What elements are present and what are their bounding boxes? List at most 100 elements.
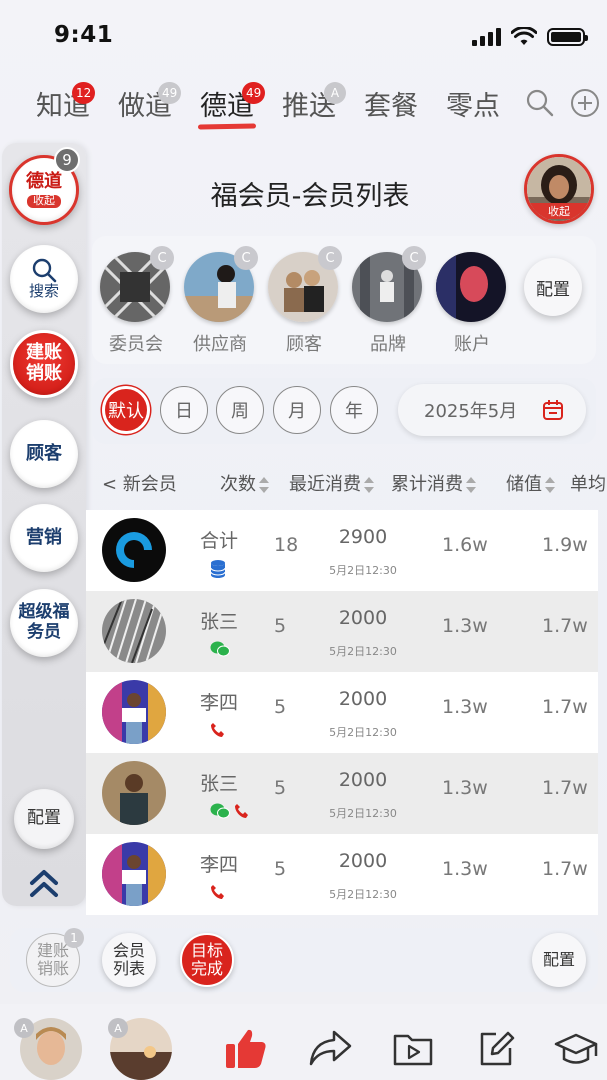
sidebar-marketing-label: 营销: [26, 526, 62, 548]
graduation-cap-icon[interactable]: [554, 1032, 598, 1068]
table-row[interactable]: 合计 18 2900 5月2日12:30 1.6w 1.9w: [86, 510, 598, 591]
table-row[interactable]: 张三 5 2000 5月2日12:30 1.3w 1.7w: [86, 591, 598, 672]
row-count: 5: [274, 777, 287, 799]
action-config-button[interactable]: 配置: [532, 933, 586, 987]
row-name: 张三: [200, 611, 239, 633]
goal-complete-button[interactable]: 目标完成: [180, 933, 234, 987]
status-time: 9:41: [54, 22, 114, 48]
filter-year-button[interactable]: 年: [330, 386, 378, 434]
row-recent-time: 5月2日12:30: [329, 888, 397, 901]
cellular-signal-icon: [472, 28, 501, 46]
tab-label: 套餐: [364, 91, 418, 122]
tab-badge: 49: [158, 82, 182, 104]
search-icon[interactable]: [526, 88, 554, 118]
sidebar-config-button[interactable]: 配置: [14, 789, 74, 849]
chevron-double-up-icon[interactable]: [28, 867, 60, 899]
row-name: 张三: [200, 773, 239, 795]
tab-dedao[interactable]: 德道 49: [197, 82, 266, 130]
category-brand[interactable]: C 品牌: [352, 246, 426, 356]
phone-icon: [211, 885, 224, 899]
filter-week-button[interactable]: 周: [216, 386, 264, 434]
avatar: [102, 599, 166, 663]
table-row[interactable]: 李四 5 2000 5月2日12:30 1.3w 1.7w: [86, 834, 598, 915]
category-committee[interactable]: C 委员会: [100, 246, 174, 356]
status-bar: 9:41: [0, 0, 607, 70]
battery-icon: [547, 28, 588, 46]
table-row[interactable]: 张三 5 2000 5月2日12:30 1.3w 1.7w: [86, 753, 598, 834]
tab-badge: A: [324, 82, 346, 104]
row-count: 5: [274, 858, 287, 880]
sidebar-search-button[interactable]: 搜索: [10, 245, 78, 313]
column-recent[interactable]: 最近消费: [289, 470, 374, 496]
header-avatar-button[interactable]: 收起: [524, 154, 594, 224]
tab-zhidao[interactable]: 知道 12: [36, 82, 96, 123]
member-list-button[interactable]: 会员列表: [102, 933, 156, 987]
tab-badge: 12: [72, 82, 96, 104]
sort-icon: [259, 477, 269, 493]
date-picker[interactable]: 2025年5月: [398, 384, 586, 436]
tab-tuisong[interactable]: 推送 A: [282, 82, 346, 123]
row-recent: 2000: [338, 769, 388, 791]
row-count: 5: [274, 615, 287, 637]
category-account[interactable]: 账户: [436, 252, 508, 356]
bottom-nav: A A: [0, 1004, 607, 1080]
row-stored: 1.7w: [542, 696, 588, 718]
share-icon[interactable]: [308, 1028, 352, 1068]
category-config-button[interactable]: 配置: [524, 258, 582, 316]
avatar: [102, 761, 166, 825]
avatar: [102, 842, 166, 906]
row-icons: [210, 722, 226, 738]
sidebar-account-button[interactable]: 建账销账: [10, 330, 78, 398]
row-name: 李四: [200, 692, 239, 714]
category-customer[interactable]: C 顾客: [268, 246, 342, 356]
phone-icon: [211, 723, 224, 737]
row-recent-time: 5月2日12:30: [329, 726, 397, 739]
row-recent-time: 5月2日12:30: [329, 807, 397, 820]
tab-label: 零点: [446, 91, 500, 122]
category-badge: C: [318, 246, 342, 270]
nav-avatar-badge: A: [14, 1018, 34, 1038]
column-total[interactable]: 累计消费: [391, 470, 476, 496]
tab-zuodao[interactable]: 做道 49: [118, 82, 182, 123]
header-avatar-label: 收起: [527, 203, 591, 219]
date-picker-value: 2025年5月: [424, 401, 518, 422]
sidebar-marketing-button[interactable]: 营销: [10, 504, 78, 572]
column-stored[interactable]: 储值: [506, 470, 555, 496]
filter-default-button[interactable]: 默认: [102, 386, 150, 434]
row-total: 1.6w: [442, 534, 488, 556]
column-label: 储值: [506, 474, 542, 495]
row-name: 合计: [200, 530, 239, 552]
account-badge: 1: [64, 928, 84, 948]
row-stored: 1.7w: [542, 777, 588, 799]
row-recent: 2000: [338, 688, 388, 710]
filter-row: 默认 日 周 月 年 2025年5月: [92, 378, 596, 444]
category-supplier[interactable]: C 供应商: [184, 246, 258, 356]
category-badge: C: [150, 246, 174, 270]
sidebar-super-servant-button[interactable]: 超级福务员: [10, 589, 78, 657]
wechat-icon: [210, 641, 230, 657]
phone-icon: [235, 804, 248, 818]
tab-lingdian[interactable]: 零点: [446, 84, 500, 123]
edit-icon[interactable]: [476, 1028, 516, 1068]
search-icon: [32, 259, 57, 283]
row-icons: [210, 803, 250, 819]
column-count[interactable]: 次数: [220, 470, 269, 496]
row-count: 18: [274, 534, 299, 556]
tab-taocan[interactable]: 套餐: [364, 84, 418, 123]
sidebar-account-label: 建账销账: [26, 342, 62, 384]
column-unit[interactable]: 单均: [570, 470, 607, 496]
top-tabs: 知道 12 做道 49 德道 49 推送 A 套餐 零点: [0, 74, 607, 134]
video-folder-icon[interactable]: [392, 1028, 434, 1068]
row-stored: 1.7w: [542, 858, 588, 880]
thumbs-up-icon[interactable]: [224, 1026, 268, 1070]
row-recent: 2000: [338, 607, 388, 629]
filter-month-button[interactable]: 月: [273, 386, 321, 434]
table-row[interactable]: 李四 5 2000 5月2日12:30 1.3w 1.7w: [86, 672, 598, 753]
sidebar-customer-button[interactable]: 顾客: [10, 420, 78, 488]
filter-day-button[interactable]: 日: [160, 386, 208, 434]
calendar-icon: [543, 400, 563, 420]
column-new-member[interactable]: < 新会员: [102, 470, 177, 496]
sidebar-super-label: 超级福务员: [18, 602, 70, 642]
add-circle-icon[interactable]: [570, 88, 600, 118]
row-total: 1.3w: [442, 696, 488, 718]
